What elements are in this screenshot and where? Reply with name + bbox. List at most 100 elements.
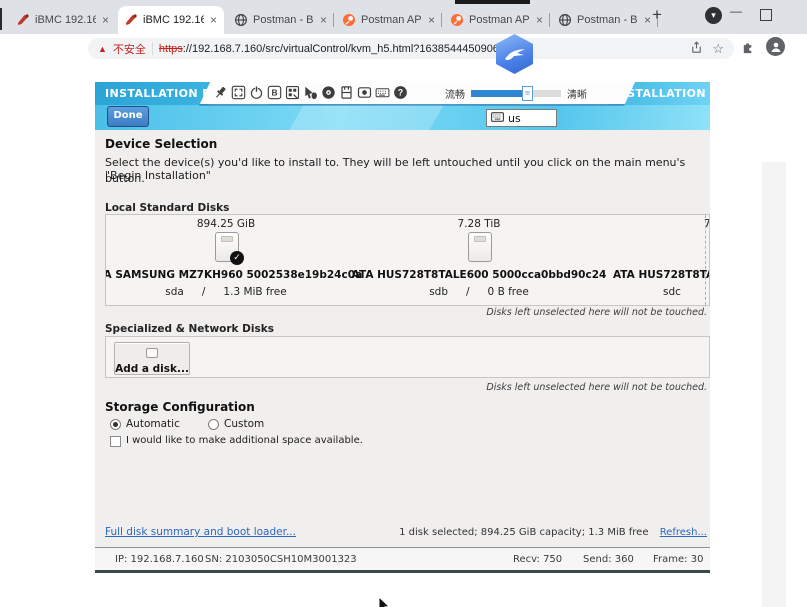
local-disks-label: Local Standard Disks (105, 202, 229, 214)
power-icon[interactable] (249, 85, 264, 100)
tab-title: iBMC 192.168.7.16... (35, 14, 96, 26)
tab-title: Postman API Platfo... (361, 14, 422, 26)
quality-clear-label: 清晰 (567, 86, 587, 101)
globe-favicon-icon (558, 13, 572, 27)
virtual-drive-icon[interactable] (339, 85, 354, 100)
browser-tab-ibmc-1[interactable]: iBMC 192.168.7.16... × (10, 6, 116, 34)
profile-avatar[interactable] (766, 37, 785, 56)
disk-sdc[interactable]: 7 ATA HUS728T8TAL sdc (611, 215, 710, 305)
kvm-floating-toolbar: B ? 流畅 ≡ 清晰 (205, 82, 630, 104)
disk-sdb[interactable]: 7.28 TiB ATA HUS728T8TALE600 5000cca0bbd… (359, 215, 599, 305)
specialized-disks-label: Specialized & Network Disks (105, 323, 274, 335)
disk-free: 1.3 MiB free (223, 286, 286, 298)
tab-separator (333, 13, 334, 27)
ibmc-favicon-icon (124, 13, 138, 27)
tab-close-icon[interactable]: × (319, 13, 328, 27)
status-sn: SN: 2103050CSH10M3001323 (205, 554, 357, 565)
screen-layout-icon[interactable] (285, 85, 300, 100)
specialized-disks-panel: Add a disk... (105, 336, 710, 378)
keyboard-settings-icon[interactable] (375, 85, 390, 100)
quality-slider-handle[interactable]: ≡ (522, 86, 533, 101)
url-scheme: https (159, 43, 183, 55)
disk-free: 0 B free (488, 286, 529, 298)
disk-icon (468, 232, 492, 262)
browser-tab-strip: iBMC 192.168.7.16... × iBMC 192.168.7.16… (0, 0, 807, 34)
browser-tab-postman-browse-1[interactable]: Postman - Browse... × (228, 6, 334, 34)
refresh-link[interactable]: Refresh... (660, 527, 707, 538)
cd-rom-icon[interactable] (321, 85, 336, 100)
radio-automatic[interactable] (110, 419, 121, 430)
tab-close-icon[interactable]: × (209, 13, 218, 27)
tab-title: Postman - Browse... (253, 14, 314, 26)
add-disk-button[interactable]: Add a disk... (114, 342, 190, 375)
additional-space-label[interactable]: I would like to make additional space av… (126, 435, 363, 446)
mouse-cursor (378, 596, 391, 607)
radio-custom[interactable] (208, 419, 219, 430)
quality-smooth-label: 流畅 (445, 86, 465, 101)
keyboard-layout-selector[interactable]: us (486, 109, 557, 127)
disk-icon-slot (474, 236, 486, 242)
unselected-note: Disks left unselected here will not be t… (486, 382, 707, 393)
extensions-puzzle-icon[interactable] (741, 39, 756, 59)
new-tab-button[interactable]: + (652, 5, 662, 25)
status-ip: IP: 192.168.7.160 (115, 554, 204, 565)
mouse-icon[interactable] (303, 85, 318, 100)
disk-dev: sda (165, 286, 184, 298)
not-secure-label: 不安全 (113, 41, 146, 57)
tab-separator (549, 13, 550, 27)
installer-content: Device Selection Select the device(s) yo… (95, 130, 710, 547)
ibmc-favicon-icon (16, 13, 30, 27)
video-quality-slider: 流畅 ≡ 清晰 (445, 82, 587, 104)
full-disk-summary-link-row: Full disk summary and boot loader... (105, 526, 296, 538)
fullscreen-icon[interactable] (231, 85, 246, 100)
bookmark-star-icon[interactable]: ☆ (712, 41, 724, 57)
window-maximize-button[interactable] (760, 9, 772, 21)
browser-tab-postman-api-2[interactable]: Postman API Platfo... × (444, 6, 550, 34)
browser-tab-postman-browse-2[interactable]: Postman - Browse... × (552, 6, 658, 34)
header-gradient-streak (283, 105, 446, 130)
status-send: Send: 360 (583, 554, 634, 565)
unselected-note: Disks left unselected here will not be t… (486, 307, 707, 318)
tab-close-icon[interactable]: × (427, 13, 436, 27)
disk-name: ATA HUS728T8TAL (613, 269, 710, 281)
additional-space-checkbox[interactable] (110, 436, 121, 447)
radio-automatic-label[interactable]: Automatic (126, 418, 180, 430)
radio-custom-label[interactable]: Custom (224, 418, 264, 430)
help-icon[interactable]: ? (393, 85, 408, 100)
window-minimize-button[interactable]: — (730, 4, 742, 18)
kvm-scroll-area (762, 162, 786, 607)
tab-search-button[interactable]: ▾ (705, 7, 722, 24)
anaconda-installer: INSTALLATION DEST STALLATION B ? (95, 82, 710, 573)
intro-text-line1: Select the device(s) you'd like to insta… (105, 156, 710, 182)
done-button[interactable]: Done (107, 106, 149, 127)
disk-icon: ✓ (215, 232, 239, 262)
browser-tab-ibmc-2-active[interactable]: iBMC 192.168.7.16... × (118, 6, 224, 34)
tab-separator (441, 13, 442, 27)
quality-slider-track[interactable]: ≡ (471, 90, 561, 97)
share-icon[interactable] (690, 41, 703, 57)
address-divider (152, 42, 153, 55)
not-secure-warning-icon: ▲ (98, 44, 107, 54)
tab-close-icon[interactable]: × (643, 13, 652, 27)
address-bar[interactable]: ▲ 不安全 https://192.168.7.160/src/virtualC… (88, 38, 734, 59)
postman-favicon-icon (450, 13, 464, 27)
screen-record-icon[interactable] (357, 85, 372, 100)
url-text: https://192.168.7.160/src/virtualControl… (159, 43, 499, 55)
tab-close-icon[interactable]: × (535, 13, 544, 27)
tab-title: iBMC 192.168.7.16... (143, 14, 204, 26)
kvm-status-bar: IP: 192.168.7.160 SN: 2103050CSH10M30013… (95, 547, 710, 570)
postman-favicon-icon (342, 13, 356, 27)
keyboard-layout-value: us (508, 112, 521, 125)
disk-selected-check-icon: ✓ (230, 251, 244, 265)
browser-tab-postman-api-1[interactable]: Postman API Platfo... × (336, 6, 442, 34)
background-window-artifact (455, 0, 530, 4)
disk-sda[interactable]: 894.25 GiB ✓ ATA SAMSUNG MZ7KH960 500253… (106, 215, 346, 305)
boot-option-b-icon[interactable]: B (267, 85, 282, 100)
status-frame: Frame: 30 (653, 554, 703, 565)
keyboard-icon (491, 112, 504, 125)
tab-close-icon[interactable]: × (101, 13, 110, 27)
kvm-page: INSTALLATION DEST STALLATION B ? (0, 62, 807, 607)
svg-text:?: ? (398, 88, 403, 98)
pin-icon[interactable] (213, 85, 228, 100)
full-disk-summary-link[interactable]: Full disk summary and boot loader... (105, 526, 296, 538)
